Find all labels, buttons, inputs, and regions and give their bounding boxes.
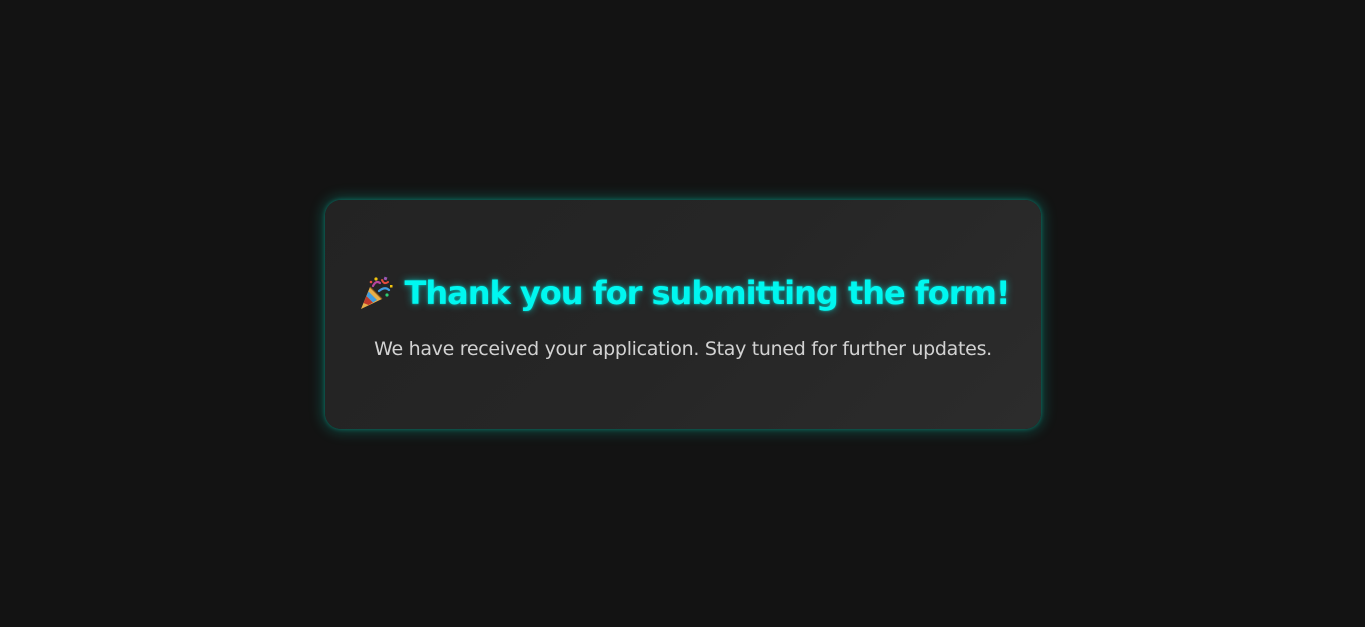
page: Thank you for submitting the form! We ha… [0,0,1365,627]
title-text: Thank you for submitting the form! [404,273,1011,312]
party-popper-icon [357,276,393,312]
confirmation-card: Thank you for submitting the form! We ha… [325,200,1041,429]
confirmation-title: Thank you for submitting the form! [357,274,1010,312]
confirmation-message: We have received your application. Stay … [374,337,992,360]
